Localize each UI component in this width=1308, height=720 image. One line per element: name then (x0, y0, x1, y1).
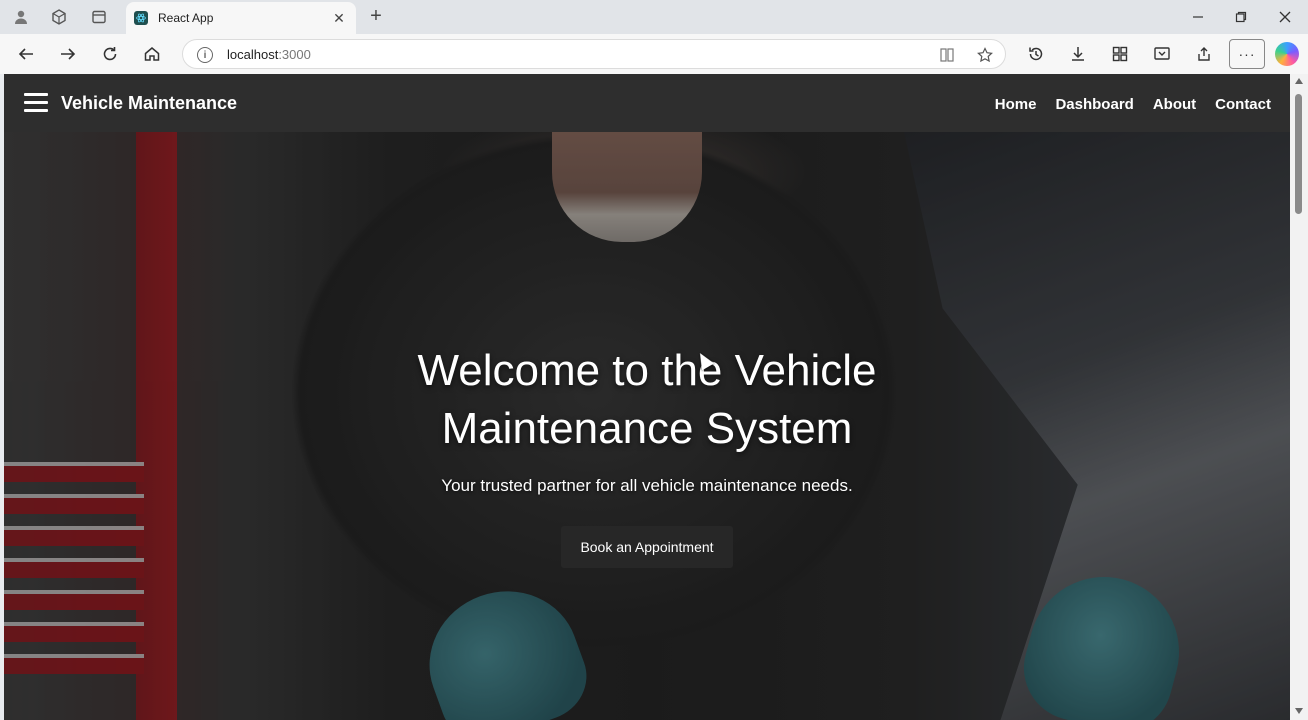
hero-subtitle: Your trusted partner for all vehicle mai… (441, 476, 853, 495)
profile-icon[interactable] (10, 7, 32, 27)
close-window-icon[interactable] (1272, 6, 1298, 28)
star-icon[interactable] (975, 45, 995, 65)
page-viewport: Vehicle Maintenance Home Dashboard About… (4, 74, 1290, 720)
hero-content: Welcome to the Vehicle Maintenance Syste… (4, 342, 1290, 568)
address-url[interactable]: localhost:3000 (227, 47, 311, 62)
info-icon[interactable]: i (197, 47, 213, 63)
url-host: localhost (227, 47, 279, 62)
hero-title: Welcome to the Vehicle Maintenance Syste… (417, 346, 877, 453)
react-icon (134, 11, 148, 25)
nav-contact-link[interactable]: Contact (1215, 96, 1271, 113)
brand-title[interactable]: Vehicle Maintenance (61, 93, 237, 114)
app-navbar: Vehicle Maintenance Home Dashboard About… (4, 74, 1290, 132)
home-icon[interactable] (140, 42, 164, 66)
download-icon[interactable] (1066, 42, 1090, 66)
nav-about-link[interactable]: About (1153, 96, 1196, 113)
nav-home-link[interactable]: Home (995, 96, 1037, 113)
menu-icon[interactable] (24, 93, 48, 113)
tab-actions-icon[interactable] (88, 7, 110, 27)
plus-icon[interactable]: + (366, 6, 386, 26)
page-scrollbar[interactable] (1290, 74, 1308, 720)
share-icon[interactable] (1192, 42, 1216, 66)
address-bar[interactable]: i localhost:3000 (182, 39, 1006, 69)
tab-title: React App (158, 11, 214, 25)
hero-section: Welcome to the Vehicle Maintenance Syste… (4, 132, 1290, 720)
workspaces-icon[interactable] (48, 7, 70, 27)
close-icon[interactable]: ✕ (330, 9, 348, 27)
restore-icon[interactable] (1228, 6, 1254, 28)
reader-mode-icon[interactable] (937, 45, 957, 65)
nav-links: Home Dashboard About Contact (995, 96, 1271, 113)
reload-icon[interactable] (98, 42, 122, 66)
scroll-up-arrow-icon[interactable] (1295, 78, 1303, 84)
browser-tab-bar: React App ✕ + (0, 0, 1308, 34)
copilot-icon[interactable] (1275, 42, 1299, 66)
browser-toolbar: i localhost:3000 ··· (0, 34, 1308, 74)
minimize-icon[interactable] (1185, 6, 1211, 28)
back-arrow-icon[interactable] (14, 42, 38, 66)
extensions-icon[interactable] (1108, 42, 1132, 66)
forward-arrow-icon[interactable] (56, 42, 80, 66)
screenshot-icon[interactable] (1150, 42, 1174, 66)
more-icon[interactable]: ··· (1229, 39, 1265, 69)
history-icon[interactable] (1024, 42, 1048, 66)
scroll-thumb[interactable] (1295, 94, 1302, 214)
book-appointment-button[interactable]: Book an Appointment (561, 526, 733, 568)
active-tab[interactable]: React App ✕ (126, 2, 356, 34)
url-port: :3000 (278, 47, 311, 62)
scroll-down-arrow-icon[interactable] (1295, 708, 1303, 714)
nav-dashboard-link[interactable]: Dashboard (1055, 96, 1133, 113)
